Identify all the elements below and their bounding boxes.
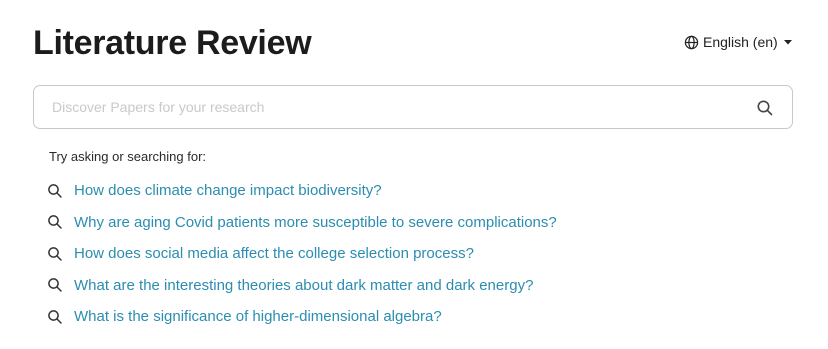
suggestion-link[interactable]: How does social media affect the college… <box>74 245 474 262</box>
suggestion-item[interactable]: What are the interesting theories about … <box>47 270 557 302</box>
suggestion-link[interactable]: Why are aging Covid patients more suscep… <box>74 214 557 231</box>
suggestion-list: How does climate change impact biodivers… <box>47 175 557 333</box>
search-icon <box>47 309 63 325</box>
search-icon[interactable] <box>756 99 774 117</box>
page-title: Literature Review <box>33 24 312 62</box>
suggestion-link[interactable]: What are the interesting theories about … <box>74 277 533 294</box>
language-selector[interactable]: English (en) <box>684 31 794 53</box>
search-icon <box>47 277 63 293</box>
suggestion-item[interactable]: Why are aging Covid patients more suscep… <box>47 207 557 239</box>
suggestion-item[interactable]: How does social media affect the college… <box>47 238 557 270</box>
search-input[interactable] <box>52 86 742 128</box>
caret-down-icon <box>782 36 794 48</box>
search-icon <box>47 246 63 262</box>
suggestions-label: Try asking or searching for: <box>49 149 207 164</box>
language-label: English (en) <box>703 34 778 50</box>
suggestion-link[interactable]: How does climate change impact biodivers… <box>74 182 382 199</box>
search-icon <box>47 214 63 230</box>
suggestion-item[interactable]: How does climate change impact biodivers… <box>47 175 557 207</box>
suggestion-link[interactable]: What is the significance of higher-dimen… <box>74 308 442 325</box>
suggestion-item[interactable]: What is the significance of higher-dimen… <box>47 301 557 333</box>
search-bar <box>33 85 793 129</box>
search-icon <box>47 183 63 199</box>
globe-icon <box>684 35 699 50</box>
